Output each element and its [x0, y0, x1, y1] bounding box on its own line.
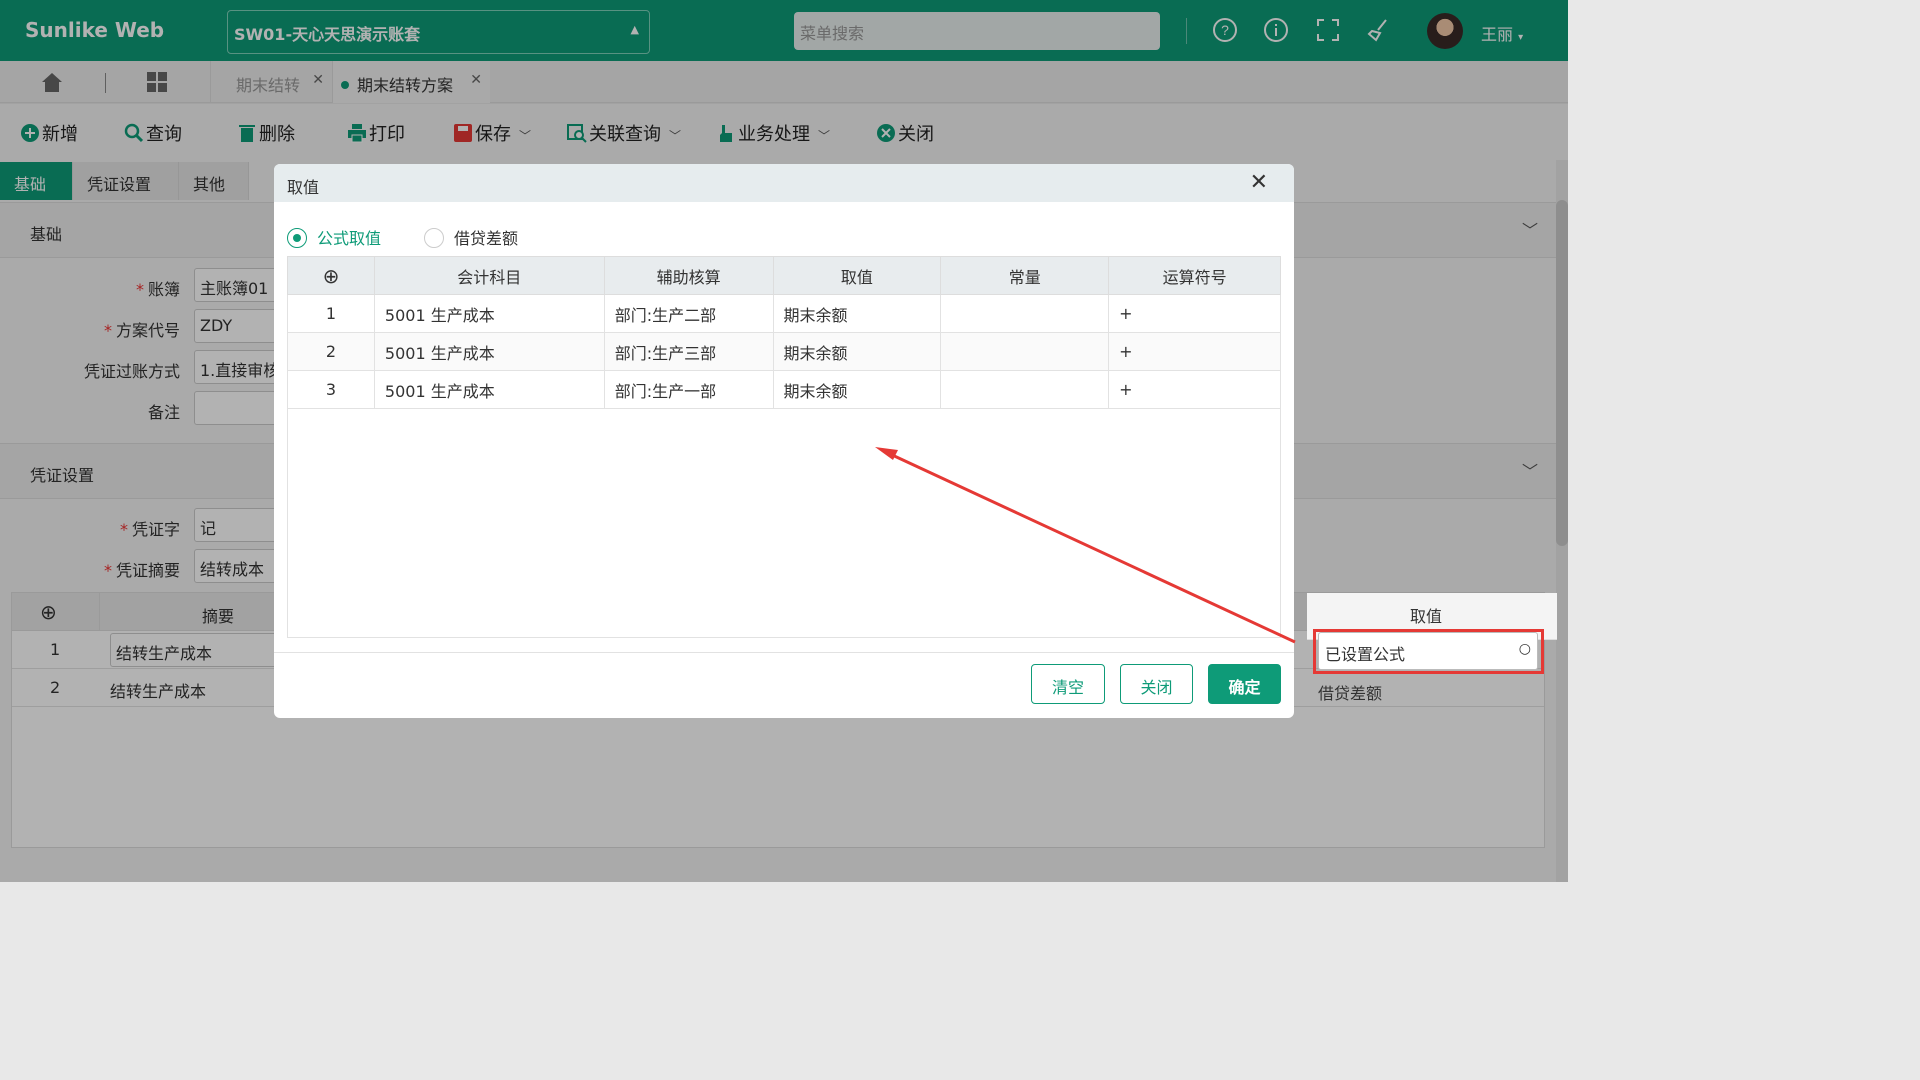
value-cell[interactable]: 期末余额	[772, 332, 942, 371]
row-number: 2	[287, 332, 375, 371]
aux-cell[interactable]: 部门:生产二部	[603, 294, 774, 333]
header-constant: 常量	[940, 256, 1110, 295]
value-cell[interactable]: 期末余额	[772, 370, 942, 409]
header-value: 取值	[1410, 607, 1443, 626]
dialog-header: 取值 ✕	[274, 164, 1294, 202]
aux-cell[interactable]: 部门:生产三部	[603, 332, 774, 371]
constant-cell[interactable]	[940, 332, 1110, 371]
confirm-button[interactable]: 确定	[1208, 664, 1281, 704]
value-dialog: 取值 ✕ 公式取值 借贷差额 ⊕ 会计科目 辅助核算 取值 常量 运算符号 1 …	[274, 164, 1294, 718]
account-cell[interactable]: 5001 生产成本	[373, 370, 605, 409]
dialog-footer-divider	[274, 652, 1294, 653]
close-icon[interactable]: ✕	[1250, 170, 1268, 195]
value-cell[interactable]: 期末余额	[772, 294, 942, 333]
table-row[interactable]: 3 5001 生产成本 部门:生产一部 期末余额 +	[287, 370, 1281, 409]
account-cell[interactable]: 5001 生产成本	[373, 294, 605, 333]
header-operator: 运算符号	[1108, 256, 1281, 295]
header-account: 会计科目	[373, 256, 605, 295]
formula-table: ⊕ 会计科目 辅助核算 取值 常量 运算符号 1 5001 生产成本 部门:生产…	[287, 256, 1281, 409]
radio-unchecked-icon	[424, 228, 444, 248]
clear-button[interactable]: 清空	[1031, 664, 1105, 704]
header-value: 取值	[772, 256, 942, 295]
row-number: 1	[287, 294, 375, 333]
aux-cell[interactable]: 部门:生产一部	[603, 370, 774, 409]
operator-cell[interactable]: +	[1108, 294, 1281, 333]
constant-cell[interactable]	[940, 294, 1110, 333]
table-row[interactable]: 1 5001 生产成本 部门:生产二部 期末余额 +	[287, 294, 1281, 333]
radio-formula[interactable]: 公式取值	[287, 225, 381, 249]
table-empty-area	[287, 408, 1281, 638]
add-row-icon[interactable]: ⊕	[287, 256, 375, 295]
table-row[interactable]: 2 5001 生产成本 部门:生产三部 期末余额 +	[287, 332, 1281, 371]
radio-checked-icon	[287, 228, 307, 248]
account-cell[interactable]: 5001 生产成本	[373, 332, 605, 371]
constant-cell[interactable]	[940, 370, 1110, 409]
header-aux: 辅助核算	[603, 256, 774, 295]
dialog-title: 取值	[287, 178, 320, 197]
operator-cell[interactable]: +	[1108, 332, 1281, 371]
annotation-highlight-box	[1313, 629, 1544, 674]
radio-debit-credit-diff[interactable]: 借贷差额	[424, 225, 518, 249]
close-dialog-button[interactable]: 关闭	[1120, 664, 1193, 704]
row-number: 3	[287, 370, 375, 409]
operator-cell[interactable]: +	[1108, 370, 1281, 409]
value-cell-diff: 借贷差额	[1318, 684, 1383, 703]
